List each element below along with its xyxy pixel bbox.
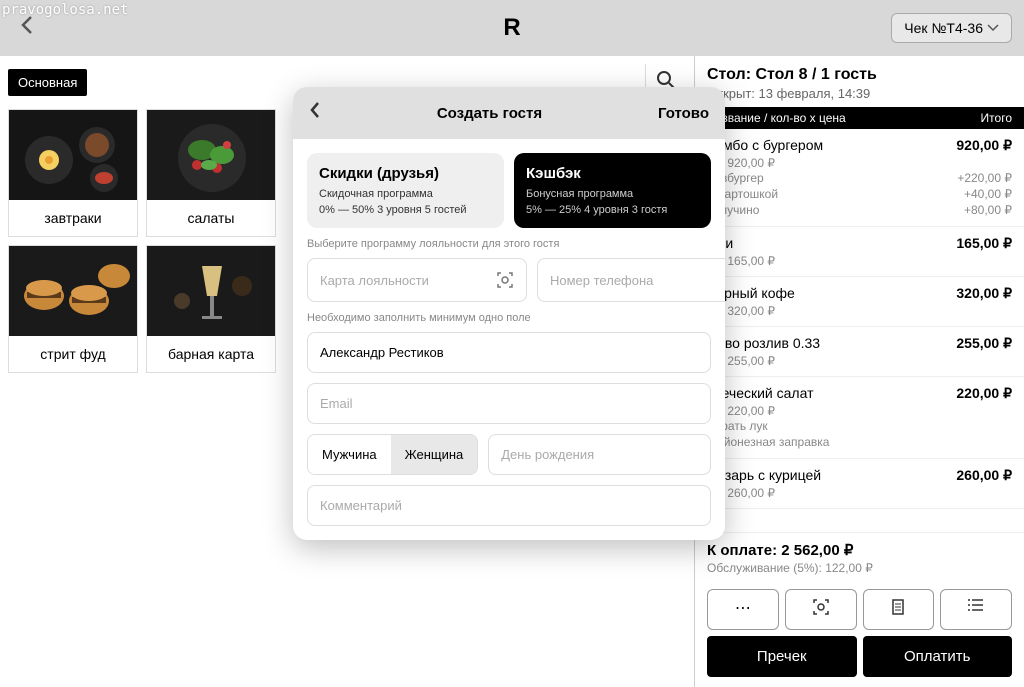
create-guest-modal: Создать гостя Готово Скидки (друзья) Ски… [293,87,725,540]
total-amount: К оплате: 2 562,00 ₽ [707,541,1012,559]
category-bar[interactable]: барная карта [146,245,276,373]
category-label: барная карта [147,336,275,372]
order-items: Комбо с бургером920,00 ₽ 1 × 920,00 ₽ Чи… [695,129,1024,532]
program-hint: Выберите программу лояльности для этого … [307,238,711,250]
category-streetfood[interactable]: стрит фуд [8,245,138,373]
order-item[interactable]: Пиво розлив 0.33255,00 ₽ 1 × 255,00 ₽ [695,327,1024,377]
category-label: завтраки [9,200,137,236]
category-label: салаты [147,200,275,236]
scan-icon[interactable] [496,271,514,289]
gender-male[interactable]: Мужчина [308,435,391,474]
order-title: Стол: Стол 8 / 1 гость [707,66,1012,84]
order-item[interactable]: Комбо с бургером920,00 ₽ 1 × 920,00 ₽ Чи… [695,129,1024,227]
pay-button[interactable]: Оплатить [863,636,1013,677]
check-selector[interactable]: Чек №Т4-36 [891,13,1012,43]
topbar: R Чек №Т4-36 [0,0,1024,56]
modal-done-button[interactable]: Готово [658,105,709,122]
receipt-icon [890,598,906,616]
modal-title: Создать гостя [321,105,658,122]
order-item[interactable]: Цезарь с курицей260,00 ₽ 1 × 260,00 ₽ [695,459,1024,509]
program-cashback[interactable]: Кэшбэк Бонусная программа 5% — 25% 4 уро… [514,153,711,228]
birthday-input[interactable] [488,434,711,475]
list-button[interactable] [940,589,1012,630]
chevron-down-icon [987,24,999,32]
email-input[interactable] [307,383,711,424]
watermark: pravogolosa.net [2,2,128,18]
category-breakfast[interactable]: завтраки [8,109,138,237]
precheck-button[interactable]: Пречек [707,636,857,677]
gender-female[interactable]: Женщина [391,435,478,474]
category-salads[interactable]: салаты [146,109,276,237]
category-label: стрит фуд [9,336,137,372]
loyalty-card-input[interactable] [307,258,527,302]
scan-icon [812,598,830,616]
order-panel: Стол: Стол 8 / 1 гость Открыт: 13 феврал… [694,56,1024,687]
order-opened: Открыт: 13 февраля, 14:39 [707,86,1012,101]
chevron-left-icon [309,101,321,119]
logo: R [503,14,520,42]
list-icon [967,598,985,612]
more-button[interactable]: ⋯ [707,589,779,630]
chevron-left-icon [20,15,34,35]
order-item[interactable]: Греческий салат220,00 ₽ 1 × 220,00 ₽ Убр… [695,377,1024,459]
phone-input[interactable] [537,258,725,302]
program-discounts[interactable]: Скидки (друзья) Скидочная программа 0% —… [307,153,504,228]
check-label: Чек №Т4-36 [904,20,983,36]
name-input[interactable] [307,332,711,373]
scan-button[interactable] [785,589,857,630]
column-header: Название / кол-во х ценаИтого [695,107,1024,129]
order-item[interactable]: Фри165,00 ₽ 1 × 165,00 ₽ [695,227,1024,277]
receipt-button[interactable] [863,589,935,630]
tab-main[interactable]: Основная [8,69,87,96]
comment-input[interactable] [307,485,711,526]
fields-hint: Необходимо заполнить минимум одно поле [307,312,711,324]
modal-back-button[interactable] [309,101,321,125]
service-charge: Обслуживание (5%): 122,00 ₽ [707,561,1012,575]
order-item[interactable]: Чёрный кофе320,00 ₽ 1 × 320,00 ₽ [695,277,1024,327]
